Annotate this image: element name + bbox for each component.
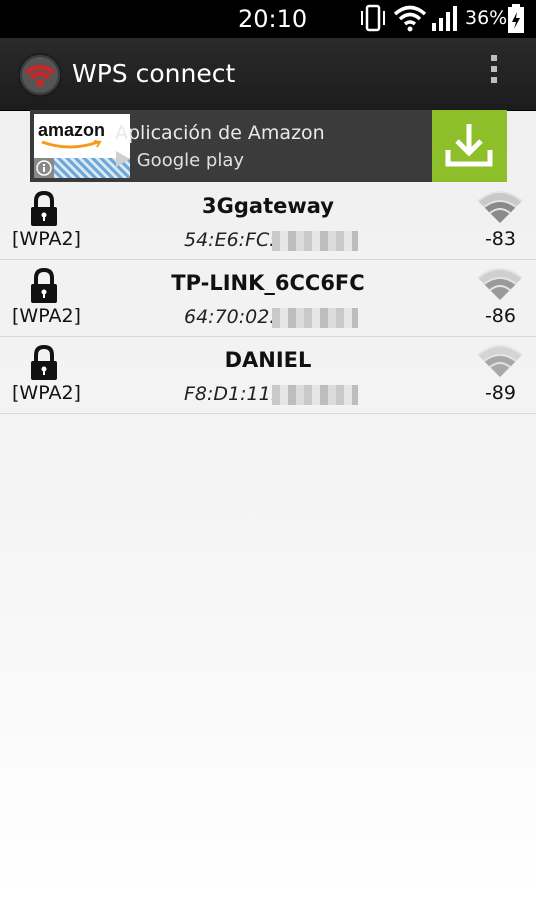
network-row[interactable]: [WPA2] DANIEL F8:D1:11: -89 — [0, 337, 536, 414]
network-security: [WPA2] — [12, 228, 81, 250]
network-rssi: -86 — [484, 305, 516, 327]
wifi-status-icon — [393, 5, 427, 32]
ad-install-button[interactable] — [432, 110, 507, 182]
app-title: WPS connect — [72, 59, 236, 88]
ad-info-icon[interactable] — [34, 158, 54, 178]
mac-redacted — [272, 308, 358, 328]
download-icon — [445, 124, 493, 167]
mac-redacted — [272, 385, 358, 405]
ad-title: Aplicación de Amazon — [115, 122, 325, 144]
ad-store-label: Google play — [115, 150, 244, 171]
network-rssi: -83 — [484, 228, 516, 250]
vibrate-icon — [361, 4, 385, 32]
network-mac: F8:D1:11: — [184, 383, 278, 405]
network-mac: 64:70:02: — [184, 306, 276, 328]
battery-percent: 36% — [465, 7, 508, 29]
battery-charging-icon — [508, 4, 524, 33]
network-row[interactable]: [WPA2] TP-LINK_6CC6FC 64:70:02: -86 — [0, 260, 536, 337]
network-rssi: -89 — [484, 382, 516, 404]
signal-strength-icon — [432, 6, 457, 31]
app-logo-icon — [18, 53, 62, 97]
ad-store-name: Google play — [136, 150, 245, 171]
overflow-menu-button[interactable] — [486, 55, 502, 93]
network-ssid: TP-LINK_6CC6FC — [171, 271, 365, 295]
wifi-signal-icon — [477, 268, 523, 300]
network-ssid: 3Ggateway — [202, 194, 334, 218]
network-security: [WPA2] — [12, 305, 81, 327]
mac-redacted — [272, 231, 358, 251]
network-row[interactable]: [WPA2] 3Ggateway 54:E6:FC: -83 — [0, 183, 536, 260]
status-time: 20:10 — [238, 5, 308, 33]
network-security: [WPA2] — [12, 382, 81, 404]
status-bar: 20:10 36% — [0, 0, 536, 38]
amazon-smile-icon — [41, 140, 102, 149]
action-bar: WPS connect — [0, 38, 536, 111]
wifi-signal-icon — [477, 345, 523, 377]
network-mac: 54:E6:FC: — [184, 229, 276, 251]
ad-banner[interactable]: amazon Aplicación de Amazon Google play — [30, 110, 507, 182]
ad-brand-logo: amazon — [38, 120, 106, 140]
google-play-icon — [116, 151, 130, 167]
wifi-signal-icon — [477, 191, 523, 223]
network-ssid: DANIEL — [224, 348, 312, 372]
